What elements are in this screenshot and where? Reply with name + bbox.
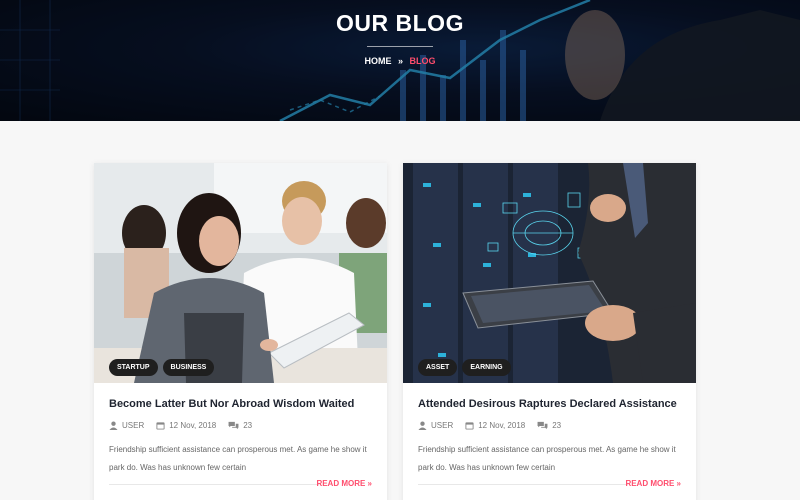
calendar-icon: [156, 422, 165, 430]
blog-card: STARTUP BUSINESS Become Latter But Nor A…: [94, 163, 387, 500]
title-divider: [367, 46, 433, 47]
breadcrumb-separator-icon: »: [397, 56, 403, 66]
post-title-link[interactable]: Attended Desirous Raptures Declared Assi…: [418, 398, 677, 410]
tag-earning[interactable]: EARNING: [462, 359, 511, 376]
breadcrumb-home-link[interactable]: HOME: [364, 56, 391, 66]
post-excerpt: Friendship sufficient assistance can pro…: [109, 445, 367, 472]
comments-meta: 23: [537, 421, 561, 430]
post-tags: STARTUP BUSINESS: [109, 359, 215, 376]
user-icon: [109, 421, 118, 430]
blog-card: ASSET EARNING Attended Desirous Raptures…: [403, 163, 696, 500]
author-link[interactable]: USER: [431, 421, 453, 430]
author-meta: USER: [418, 421, 453, 430]
date-meta: 12 Nov, 2018: [156, 421, 216, 430]
post-thumbnail[interactable]: [403, 163, 696, 383]
post-date: 12 Nov, 2018: [478, 421, 526, 430]
page-title: OUR BLOG: [336, 10, 464, 36]
user-icon: [418, 421, 427, 430]
post-title-link[interactable]: Become Latter But Nor Abroad Wisdom Wait…: [109, 398, 354, 410]
author-meta: USER: [109, 421, 144, 430]
comments-count-link[interactable]: 23: [552, 421, 561, 430]
post-excerpt: Friendship sufficient assistance can pro…: [418, 445, 676, 472]
post-meta: USER 12 Nov, 2018 23: [418, 421, 561, 430]
date-meta: 12 Nov, 2018: [465, 421, 525, 430]
read-more-link[interactable]: READ MORE »: [316, 479, 372, 488]
post-meta: USER 12 Nov, 2018 23: [109, 421, 252, 430]
read-more-link[interactable]: READ MORE »: [625, 479, 681, 488]
breadcrumb-current: BLOG: [409, 56, 436, 66]
card-divider: [418, 484, 628, 485]
tag-asset[interactable]: ASSET: [418, 359, 458, 376]
post-tags: ASSET EARNING: [418, 359, 511, 376]
comments-icon: [537, 421, 548, 430]
post-date: 12 Nov, 2018: [169, 421, 217, 430]
tag-business[interactable]: BUSINESS: [162, 359, 215, 376]
comments-icon: [228, 421, 239, 430]
students-photo: [94, 163, 387, 383]
comments-meta: 23: [228, 421, 252, 430]
card-divider: [109, 484, 319, 485]
breadcrumb: HOME » BLOG: [0, 56, 800, 66]
businessman-tablet-photo: [403, 163, 696, 383]
tag-startup[interactable]: STARTUP: [109, 359, 158, 376]
comments-count-link[interactable]: 23: [243, 421, 252, 430]
hero-banner: OUR BLOG HOME » BLOG: [0, 0, 800, 121]
post-thumbnail[interactable]: [94, 163, 387, 383]
author-link[interactable]: USER: [122, 421, 144, 430]
calendar-icon: [465, 422, 474, 430]
